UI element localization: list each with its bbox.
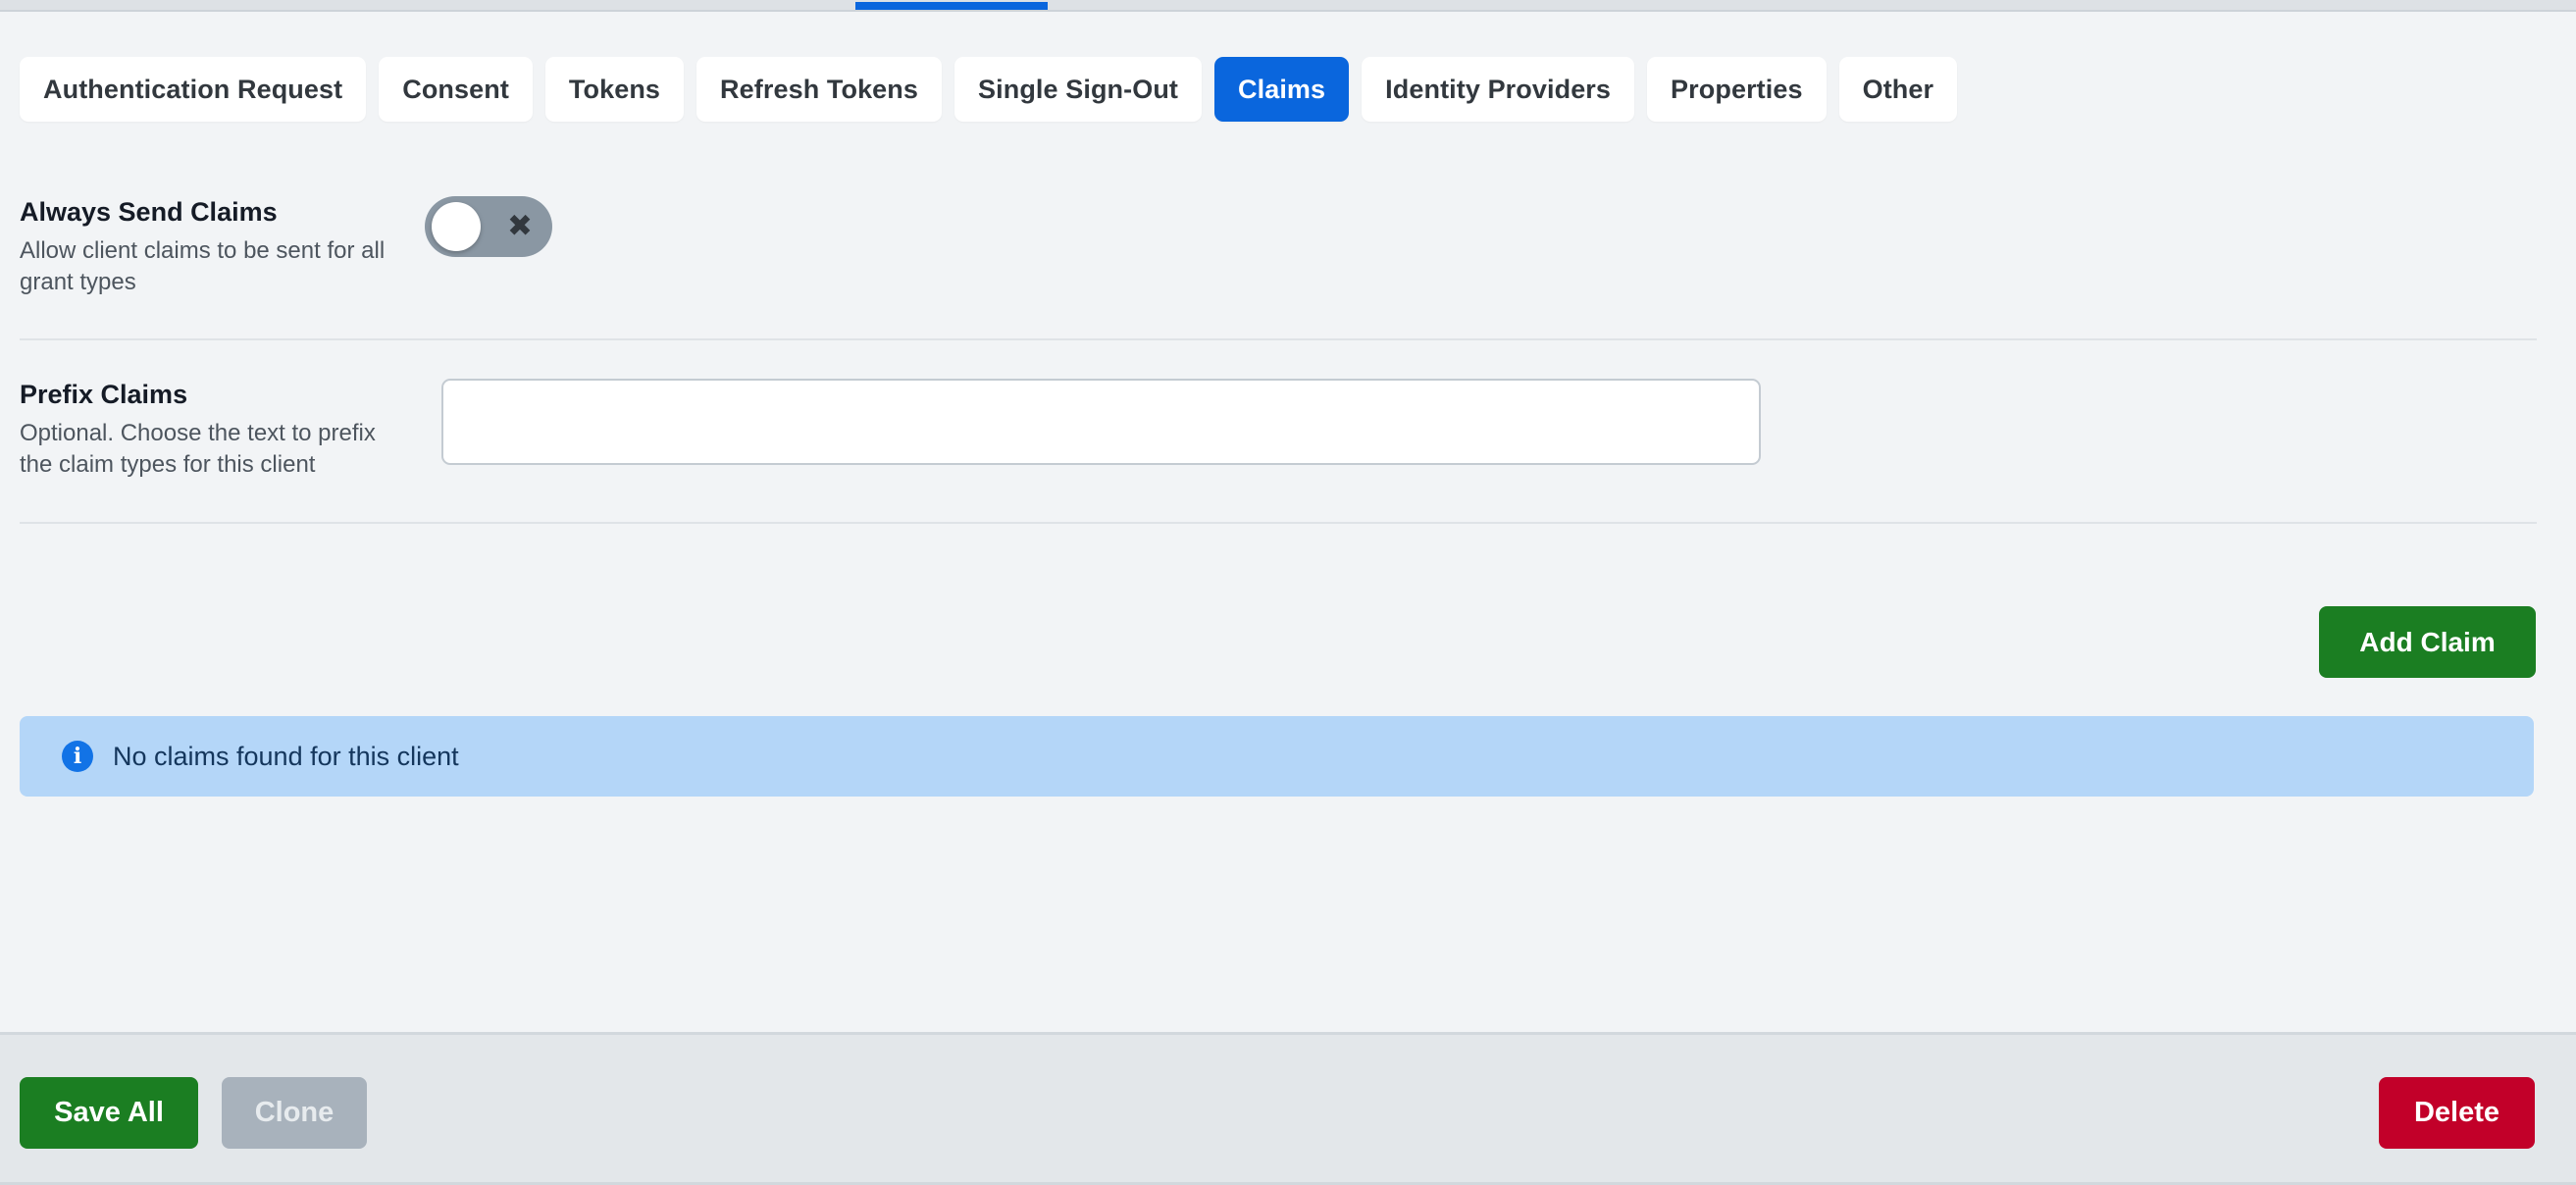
action-footer: Save All Clone Delete [0, 1032, 2576, 1185]
tab-claims[interactable]: Claims [1214, 57, 1350, 122]
tab-single-sign-out[interactable]: Single Sign-Out [954, 57, 1203, 122]
tab-identity-providers[interactable]: Identity Providers [1362, 57, 1635, 122]
tab-label: Single Sign-Out [978, 74, 1179, 104]
always-send-claims-row: Always Send Claims Allow client claims t… [20, 196, 2537, 314]
footer-right-actions: Delete [2379, 1077, 2535, 1149]
always-send-claims-title: Always Send Claims [20, 197, 278, 227]
always-send-claims-description: Allow client claims to be sent for all g… [20, 236, 386, 295]
active-tab-indicator [855, 2, 1048, 10]
prefix-claims-input[interactable] [441, 379, 1761, 465]
tab-label: Tokens [568, 74, 661, 104]
clone-button[interactable]: Clone [222, 1077, 367, 1149]
client-settings-page: Authentication Request Consent Tokens Re… [0, 14, 2576, 1032]
tab-label: Consent [402, 74, 509, 104]
tab-properties[interactable]: Properties [1647, 57, 1827, 122]
tab-label: Refresh Tokens [720, 74, 919, 104]
tab-tokens[interactable]: Tokens [544, 57, 685, 122]
settings-tab-bar: Authentication Request Consent Tokens Re… [20, 57, 1958, 122]
no-claims-alert: i No claims found for this client [20, 716, 2534, 797]
top-tab-strip [0, 0, 2576, 12]
always-send-claims-label-group: Always Send Claims Allow client claims t… [20, 196, 412, 298]
toggle-knob [432, 202, 481, 251]
tab-label: Other [1862, 74, 1934, 104]
prefix-claims-description: Optional. Choose the text to prefix the … [20, 419, 376, 478]
info-icon: i [62, 741, 93, 772]
no-claims-alert-message: No claims found for this client [113, 741, 459, 771]
prefix-claims-label-group: Prefix Claims Optional. Choose the text … [20, 379, 412, 481]
divider-1 [20, 338, 2537, 340]
delete-button[interactable]: Delete [2379, 1077, 2535, 1149]
tab-label: Identity Providers [1385, 74, 1612, 104]
footer-left-actions: Save All Clone [20, 1077, 367, 1149]
divider-2 [20, 522, 2537, 524]
tab-consent[interactable]: Consent [379, 57, 533, 122]
always-send-claims-toggle-wrap: ✖ [425, 196, 552, 257]
tab-label: Properties [1671, 74, 1803, 104]
always-send-claims-toggle[interactable]: ✖ [425, 196, 552, 257]
tab-label: Claims [1238, 74, 1326, 104]
prefix-claims-title: Prefix Claims [20, 380, 188, 409]
tab-other[interactable]: Other [1838, 57, 1958, 122]
tab-authentication-request[interactable]: Authentication Request [20, 57, 367, 122]
save-all-button[interactable]: Save All [20, 1077, 198, 1149]
tab-refresh-tokens[interactable]: Refresh Tokens [696, 57, 943, 122]
close-icon: ✖ [507, 208, 533, 244]
add-claim-button[interactable]: Add Claim [2319, 606, 2536, 678]
prefix-claims-row: Prefix Claims Optional. Choose the text … [20, 379, 2537, 496]
tab-label: Authentication Request [43, 74, 343, 104]
